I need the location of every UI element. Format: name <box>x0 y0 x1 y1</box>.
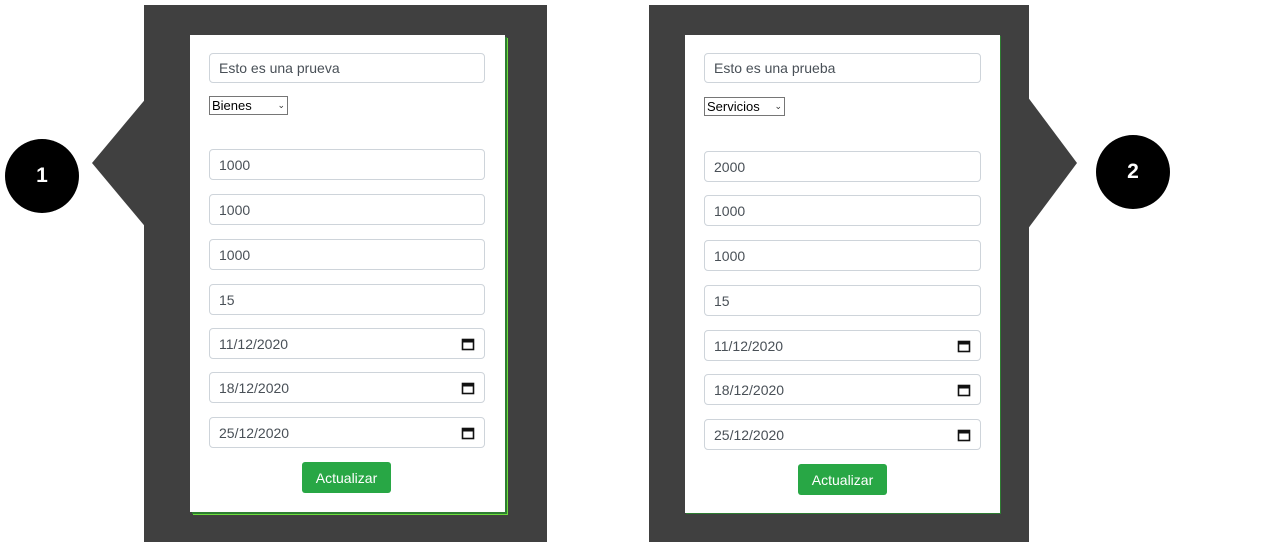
description-value: Esto es una prueva <box>219 60 340 76</box>
left-pointer-arrow <box>92 96 148 230</box>
date-input-3[interactable]: 25/12/2020 <box>209 417 485 448</box>
date-input-2[interactable]: 18/12/2020 <box>209 372 485 403</box>
date-value-1: 11/12/2020 <box>714 337 784 354</box>
date-input-1[interactable]: 11/12/2020 <box>209 328 485 359</box>
amount-input-1[interactable]: 1000 <box>209 149 485 180</box>
calendar-icon[interactable] <box>461 381 475 395</box>
description-input[interactable]: Esto es una prueva <box>209 53 485 83</box>
date-input-3[interactable]: 25/12/2020 <box>704 419 981 450</box>
amount-input-2[interactable]: 1000 <box>209 194 485 225</box>
amount-value-1: 2000 <box>714 158 746 175</box>
date-value-3: 25/12/2020 <box>219 424 290 441</box>
calendar-icon[interactable] <box>957 339 971 353</box>
category-value: Bienes <box>212 98 252 113</box>
category-select[interactable]: Servicios ⌄ <box>704 97 785 116</box>
category-select[interactable]: Bienes ⌄ <box>209 96 288 115</box>
step-badge-2: 2 <box>1096 135 1170 209</box>
percent-input[interactable]: 15 <box>209 284 485 315</box>
update-button[interactable]: Actualizar <box>302 462 391 493</box>
date-input-2[interactable]: 18/12/2020 <box>704 374 981 405</box>
amount-value-3: 1000 <box>219 246 251 263</box>
description-input[interactable]: Esto es una prueba <box>704 53 981 83</box>
amount-input-3[interactable]: 1000 <box>209 239 485 270</box>
calendar-icon[interactable] <box>461 426 475 440</box>
amount-value-3: 1000 <box>714 247 746 264</box>
category-value: Servicios <box>707 99 760 114</box>
date-value-1: 11/12/2020 <box>219 335 289 352</box>
right-pointer-arrow <box>1027 96 1077 230</box>
date-value-2: 18/12/2020 <box>219 379 290 396</box>
amount-input-3[interactable]: 1000 <box>704 240 981 271</box>
step-badge-1: 1 <box>5 139 79 213</box>
amount-value-2: 1000 <box>714 202 746 219</box>
chevron-down-icon: ⌄ <box>277 100 285 110</box>
date-input-1[interactable]: 11/12/2020 <box>704 330 981 361</box>
date-value-2: 18/12/2020 <box>714 381 785 398</box>
amount-value-1: 1000 <box>219 156 251 173</box>
percent-value: 15 <box>219 291 235 308</box>
update-button[interactable]: Actualizar <box>798 464 887 495</box>
calendar-icon[interactable] <box>957 428 971 442</box>
chevron-down-icon: ⌄ <box>774 101 782 111</box>
amount-input-2[interactable]: 1000 <box>704 195 981 226</box>
amount-value-2: 1000 <box>219 201 251 218</box>
calendar-icon[interactable] <box>461 337 475 351</box>
percent-value: 15 <box>714 292 730 309</box>
percent-input[interactable]: 15 <box>704 285 981 316</box>
calendar-icon[interactable] <box>957 383 971 397</box>
description-value: Esto es una prueba <box>714 60 836 76</box>
amount-input-1[interactable]: 2000 <box>704 151 981 182</box>
date-value-3: 25/12/2020 <box>714 426 785 443</box>
